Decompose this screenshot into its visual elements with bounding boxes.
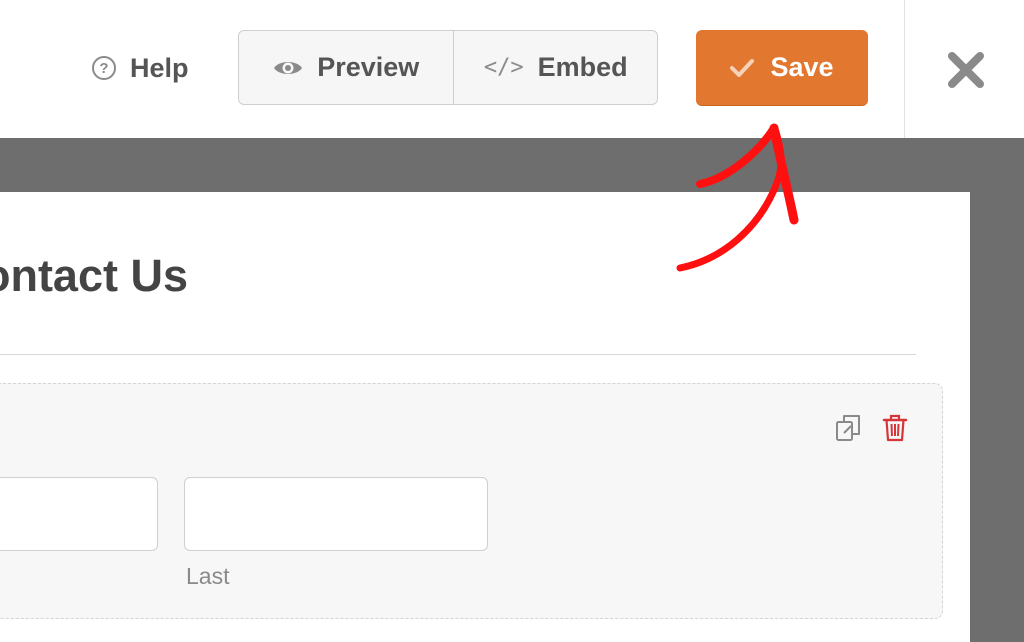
first-name-input[interactable] (0, 477, 158, 551)
preview-button[interactable]: Preview (239, 31, 455, 104)
eye-icon (274, 61, 303, 74)
question-circle-icon: ? (92, 56, 116, 80)
save-label: Save (770, 52, 834, 82)
code-icon: </> (483, 55, 524, 80)
last-name-input[interactable] (184, 477, 488, 551)
close-x-icon[interactable] (946, 50, 986, 90)
form-title: Contact Us (0, 250, 188, 301)
form-builder-page: ? Help Preview </> Embed Save ntact Us L… (0, 0, 1024, 642)
title-divider (0, 354, 916, 355)
trash-icon[interactable] (880, 413, 910, 443)
embed-label: Embed (537, 52, 628, 82)
help-button[interactable]: ? Help (92, 50, 189, 86)
embed-button[interactable]: </> Embed (454, 31, 657, 104)
help-label: Help (130, 52, 189, 83)
last-name-sublabel: Last (186, 563, 230, 589)
toolbar-divider (904, 0, 905, 138)
top-toolbar: ? Help Preview </> Embed Save (0, 0, 1024, 138)
preview-embed-group: Preview </> Embed (238, 30, 658, 105)
check-icon (730, 58, 755, 77)
save-button[interactable]: Save (696, 30, 868, 105)
preview-label: Preview (317, 52, 420, 82)
duplicate-icon[interactable] (834, 413, 864, 443)
